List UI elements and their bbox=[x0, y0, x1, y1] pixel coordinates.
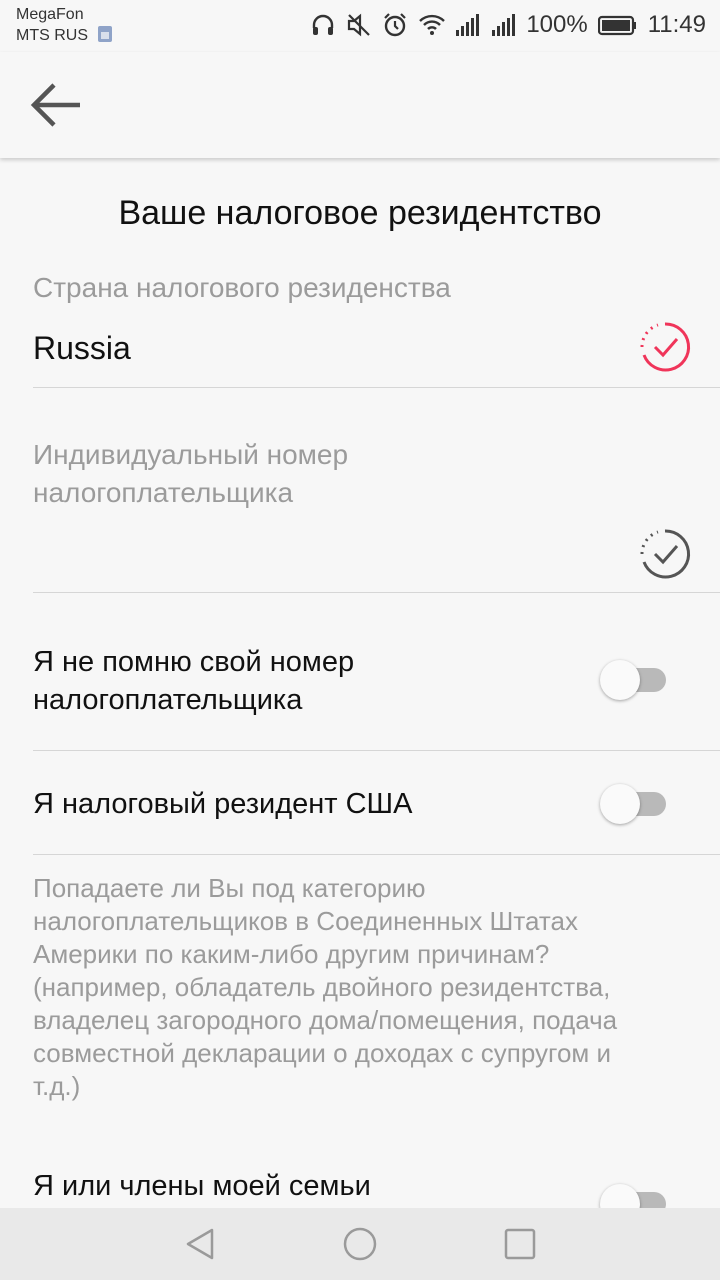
country-field[interactable]: Russia bbox=[33, 330, 131, 367]
description-line: т.д.) bbox=[33, 1071, 81, 1101]
home-circle-icon bbox=[343, 1227, 377, 1261]
inn-input[interactable] bbox=[33, 536, 623, 576]
page-title: Ваше налоговое резидентство bbox=[118, 194, 602, 232]
clock: 11:49 bbox=[647, 11, 706, 38]
carrier-2: MTS RUS bbox=[16, 27, 88, 44]
description-line: Америки по каким-либо другим причинам? bbox=[33, 939, 550, 969]
wifi-icon bbox=[418, 12, 446, 38]
description-line: совместной декларации о доходах с супруг… bbox=[33, 1038, 612, 1068]
system-nav-bar bbox=[0, 1208, 720, 1280]
check-circle-icon bbox=[638, 527, 692, 581]
family-label: Я или члены моей семьи bbox=[33, 1170, 371, 1202]
alarm-icon bbox=[382, 12, 408, 38]
forgot-inn-toggle[interactable] bbox=[600, 659, 668, 701]
family-toggle[interactable] bbox=[600, 1183, 668, 1208]
divider bbox=[33, 750, 720, 751]
toggle-thumb bbox=[600, 660, 640, 700]
description-line: налогоплательщиков в Соединенных Штатах bbox=[33, 906, 578, 936]
us-resident-toggle[interactable] bbox=[600, 783, 668, 825]
carrier-1: MegaFon bbox=[16, 6, 84, 23]
divider bbox=[33, 854, 720, 855]
arrow-left-icon bbox=[30, 83, 80, 127]
forgot-inn-label-line: Я не помню свой номер bbox=[33, 646, 355, 678]
description-line: Попадаете ли Вы под категорию bbox=[33, 873, 426, 903]
tax-residency-form: Ваше налоговое резидентство Страна налог… bbox=[0, 158, 720, 1208]
headphones-icon bbox=[310, 12, 336, 38]
signal-icon bbox=[490, 12, 516, 38]
mute-icon bbox=[346, 12, 372, 38]
divider bbox=[33, 592, 720, 593]
carrier-info: MegaFon MTS RUS bbox=[16, 5, 114, 46]
divider bbox=[33, 387, 720, 388]
forgot-inn-label-line: налогоплательщика bbox=[33, 684, 303, 716]
forgot-inn-label: Я не помню свой номер налогоплательщика bbox=[33, 643, 354, 719]
inn-label-line: налогоплательщика bbox=[33, 477, 294, 508]
app-bar bbox=[0, 52, 720, 158]
sim-card-icon bbox=[96, 25, 114, 43]
nav-home-button[interactable] bbox=[342, 1226, 378, 1262]
toggle-thumb bbox=[600, 784, 640, 824]
check-circle-icon bbox=[638, 320, 692, 374]
battery-percent: 100% bbox=[526, 11, 588, 38]
back-button[interactable] bbox=[26, 78, 86, 132]
country-label: Страна налогового резиденства bbox=[33, 272, 451, 303]
signal-icon bbox=[454, 12, 480, 38]
inn-label-line: Индивидуальный номер bbox=[33, 439, 349, 470]
us-resident-label: Я налоговый резидент США bbox=[33, 788, 413, 820]
description-line: (например, обладатель двойного резидентс… bbox=[33, 972, 611, 1002]
toggle-thumb bbox=[600, 1184, 640, 1208]
us-taxpayer-description: Попадаете ли Вы под категорию налогоплат… bbox=[33, 872, 693, 1103]
recents-square-icon bbox=[504, 1228, 536, 1260]
status-bar: MegaFon MTS RUS 100% 11:49 bbox=[0, 0, 720, 52]
nav-recents-button[interactable] bbox=[502, 1226, 538, 1262]
nav-back-button[interactable] bbox=[182, 1226, 218, 1262]
description-line: владелец загородного дома/помещения, под… bbox=[33, 1005, 618, 1035]
inn-label: Индивидуальный номер налогоплательщика bbox=[33, 436, 348, 512]
status-icons: 100% 11:49 bbox=[310, 9, 706, 41]
battery-icon bbox=[597, 12, 638, 38]
back-triangle-icon bbox=[186, 1228, 214, 1260]
